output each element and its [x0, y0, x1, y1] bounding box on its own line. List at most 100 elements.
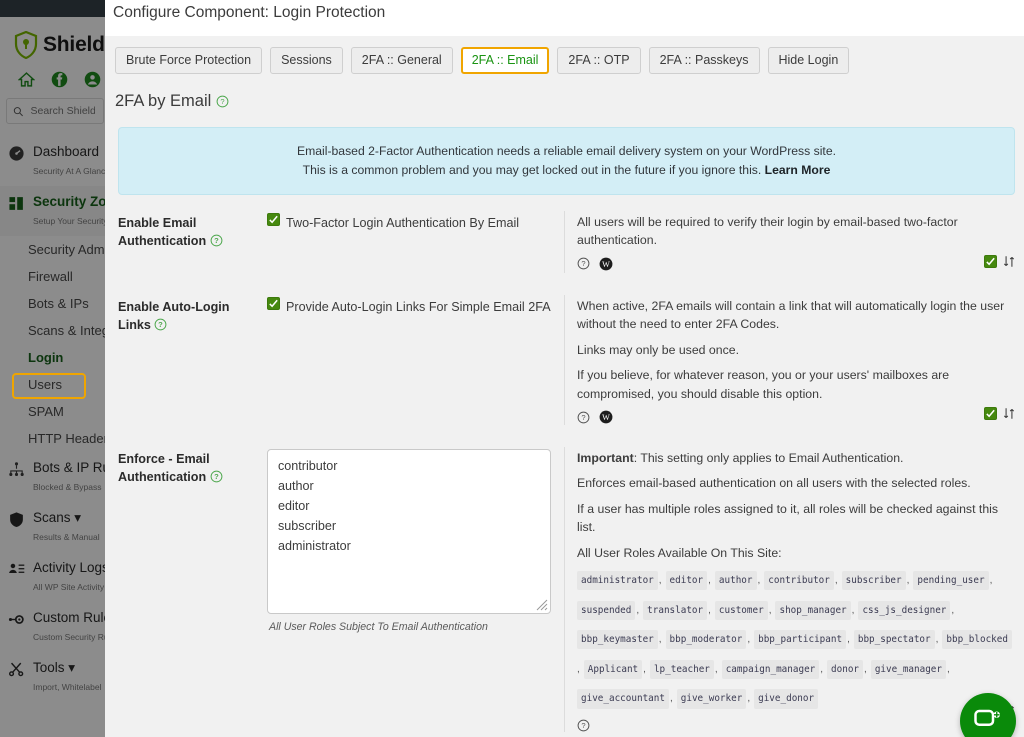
- multiselect-option[interactable]: editor: [268, 496, 550, 516]
- row-enabled-indicator[interactable]: [984, 406, 997, 420]
- page-title: 2FA by Email ?: [105, 74, 1024, 111]
- role-badge: bbp_keymaster: [577, 630, 658, 650]
- role-separator: ,: [708, 604, 711, 616]
- learn-more-link[interactable]: Learn More: [765, 163, 831, 177]
- available-roles-list: administrator, editor, author, contributor,…: [577, 564, 1014, 712]
- description-important: Important: This setting only applies to …: [577, 449, 1014, 467]
- row-label: Enforce - Email Authentication ?: [105, 447, 265, 732]
- role-badge: editor: [665, 571, 708, 591]
- provide-auto-login-links-checkbox[interactable]: Provide Auto-Login Links For Simple Emai…: [267, 296, 564, 316]
- role-separator: ,: [906, 575, 910, 586]
- checkbox-checked-icon: [267, 296, 280, 310]
- role-separator: ,: [864, 663, 867, 675]
- tab-bar: Brute Force Protection Sessions 2FA :: G…: [105, 36, 1024, 74]
- role-badge: lp_teacher: [649, 659, 714, 679]
- svg-text:?: ?: [221, 97, 225, 106]
- role-badge: bbp_moderator: [665, 630, 747, 650]
- tab-2fa-passkeys[interactable]: 2FA :: Passkeys: [648, 47, 760, 74]
- role-separator: ,: [708, 575, 711, 586]
- wordpress-icon[interactable]: W: [599, 257, 613, 271]
- row-state-controls: [984, 254, 1016, 269]
- page-title-text: 2FA by Email: [115, 92, 212, 110]
- role-badge: give_manager: [870, 659, 946, 679]
- svg-text:?: ?: [159, 320, 164, 329]
- help-circle-icon[interactable]: ?: [577, 411, 590, 424]
- tab-2fa-otp[interactable]: 2FA :: OTP: [557, 47, 641, 74]
- row-label-text: Enable Auto-Login Links: [118, 299, 230, 333]
- user-roles-multiselect[interactable]: contributor author editor subscriber adm…: [267, 448, 551, 614]
- description-text: All User Roles Available On This Site:: [577, 545, 782, 560]
- multiselect-option[interactable]: subscriber: [268, 516, 550, 536]
- description-text: If a user has multiple roles assigned to…: [577, 501, 999, 535]
- role-badge: css_js_designer: [858, 600, 951, 620]
- screen: Shield Search ShieldPRO Dashboard Securi…: [0, 0, 1024, 737]
- role-badge: suspended: [577, 600, 636, 620]
- role-separator: ,: [951, 604, 955, 616]
- notice-line-2-text: This is a common problem and you may get…: [302, 162, 765, 177]
- role-badge: shop_manager: [775, 600, 851, 620]
- role-badge: bbp_blocked: [942, 630, 1012, 650]
- help-circle-icon[interactable]: ?: [577, 257, 590, 270]
- important-rest: : This setting only applies to Email Aut…: [633, 450, 904, 465]
- row-icon-row: ? W: [577, 257, 1014, 271]
- row-enabled-indicator[interactable]: [984, 254, 997, 268]
- email-delivery-notice: Email-based 2-Factor Authentication need…: [118, 127, 1015, 195]
- role-separator: ,: [947, 663, 950, 675]
- svg-text:?: ?: [581, 413, 585, 422]
- notice-line-1: Email-based 2-Factor Authentication need…: [297, 144, 836, 158]
- role-separator: ,: [669, 693, 673, 705]
- help-circle-icon[interactable]: ?: [210, 470, 223, 483]
- row-state-controls: [984, 406, 1016, 421]
- resize-grip-icon[interactable]: [536, 599, 548, 611]
- role-separator: ,: [757, 575, 761, 586]
- role-separator: ,: [747, 693, 751, 705]
- description-text: Links may only be used once.: [577, 342, 740, 357]
- help-circle-icon[interactable]: ?: [577, 719, 590, 732]
- role-badge: contributor: [764, 571, 834, 591]
- help-circle-icon[interactable]: ?: [154, 318, 167, 331]
- notice-line-2: This is a common problem and you may get…: [129, 161, 1004, 180]
- help-circle-icon[interactable]: ?: [216, 95, 229, 108]
- role-badge: translator: [643, 600, 708, 620]
- two-factor-login-auth-by-email-checkbox[interactable]: Two-Factor Login Authentication By Email: [267, 212, 564, 232]
- role-separator: ,: [577, 663, 580, 675]
- role-badge: bbp_participant: [754, 630, 847, 650]
- modal-backdrop[interactable]: [0, 17, 110, 737]
- sort-arrows-icon[interactable]: [1002, 406, 1016, 421]
- tab-hide-login[interactable]: Hide Login: [767, 47, 850, 74]
- role-badge: give_donor: [754, 689, 819, 709]
- tab-sessions[interactable]: Sessions: [270, 47, 343, 74]
- checkbox-label: Two-Factor Login Authentication By Email: [286, 215, 520, 230]
- row-label-text: Enable Email Authentication: [118, 215, 207, 249]
- row-description: All users will be required to verify the…: [565, 211, 1024, 273]
- sort-arrows-icon[interactable]: [1002, 254, 1016, 269]
- role-badge: give_accountant: [577, 689, 669, 709]
- row-control: Two-Factor Login Authentication By Email: [265, 210, 565, 273]
- description-text: When active, 2FA emails will contain a l…: [577, 298, 1005, 332]
- wordpress-icon[interactable]: W: [599, 410, 613, 424]
- help-circle-icon[interactable]: ?: [210, 234, 223, 247]
- tab-2fa-general[interactable]: 2FA :: General: [350, 47, 453, 74]
- row-label: Enable Auto-Login Links ?: [105, 295, 265, 425]
- multiselect-option[interactable]: author: [268, 476, 550, 496]
- row-description: Important: This setting only applies to …: [565, 447, 1024, 732]
- role-badge: donor: [827, 659, 864, 679]
- row-control: Provide Auto-Login Links For Simple Emai…: [265, 294, 565, 425]
- checkbox-checked-icon: [267, 212, 280, 226]
- role-separator: ,: [851, 604, 855, 616]
- multiselect-option[interactable]: administrator: [268, 536, 550, 556]
- role-separator: ,: [834, 575, 838, 586]
- wp-admin-bar: [0, 0, 110, 17]
- tab-brute-force-protection[interactable]: Brute Force Protection: [115, 47, 263, 74]
- multiselect-option[interactable]: contributor: [268, 456, 550, 476]
- role-separator: ,: [820, 663, 824, 675]
- role-separator: ,: [658, 575, 662, 586]
- role-badge: subscriber: [841, 571, 906, 591]
- row-label-text: Enforce: [118, 451, 165, 466]
- role-separator: ,: [658, 634, 662, 646]
- svg-text:W: W: [602, 260, 610, 269]
- tab-2fa-email[interactable]: 2FA :: Email: [460, 47, 550, 74]
- role-separator: ,: [847, 634, 850, 646]
- setting-row-enforce-email-authentication: Enforce - Email Authentication ? contrib…: [105, 435, 1024, 737]
- role-separator: ,: [643, 663, 646, 675]
